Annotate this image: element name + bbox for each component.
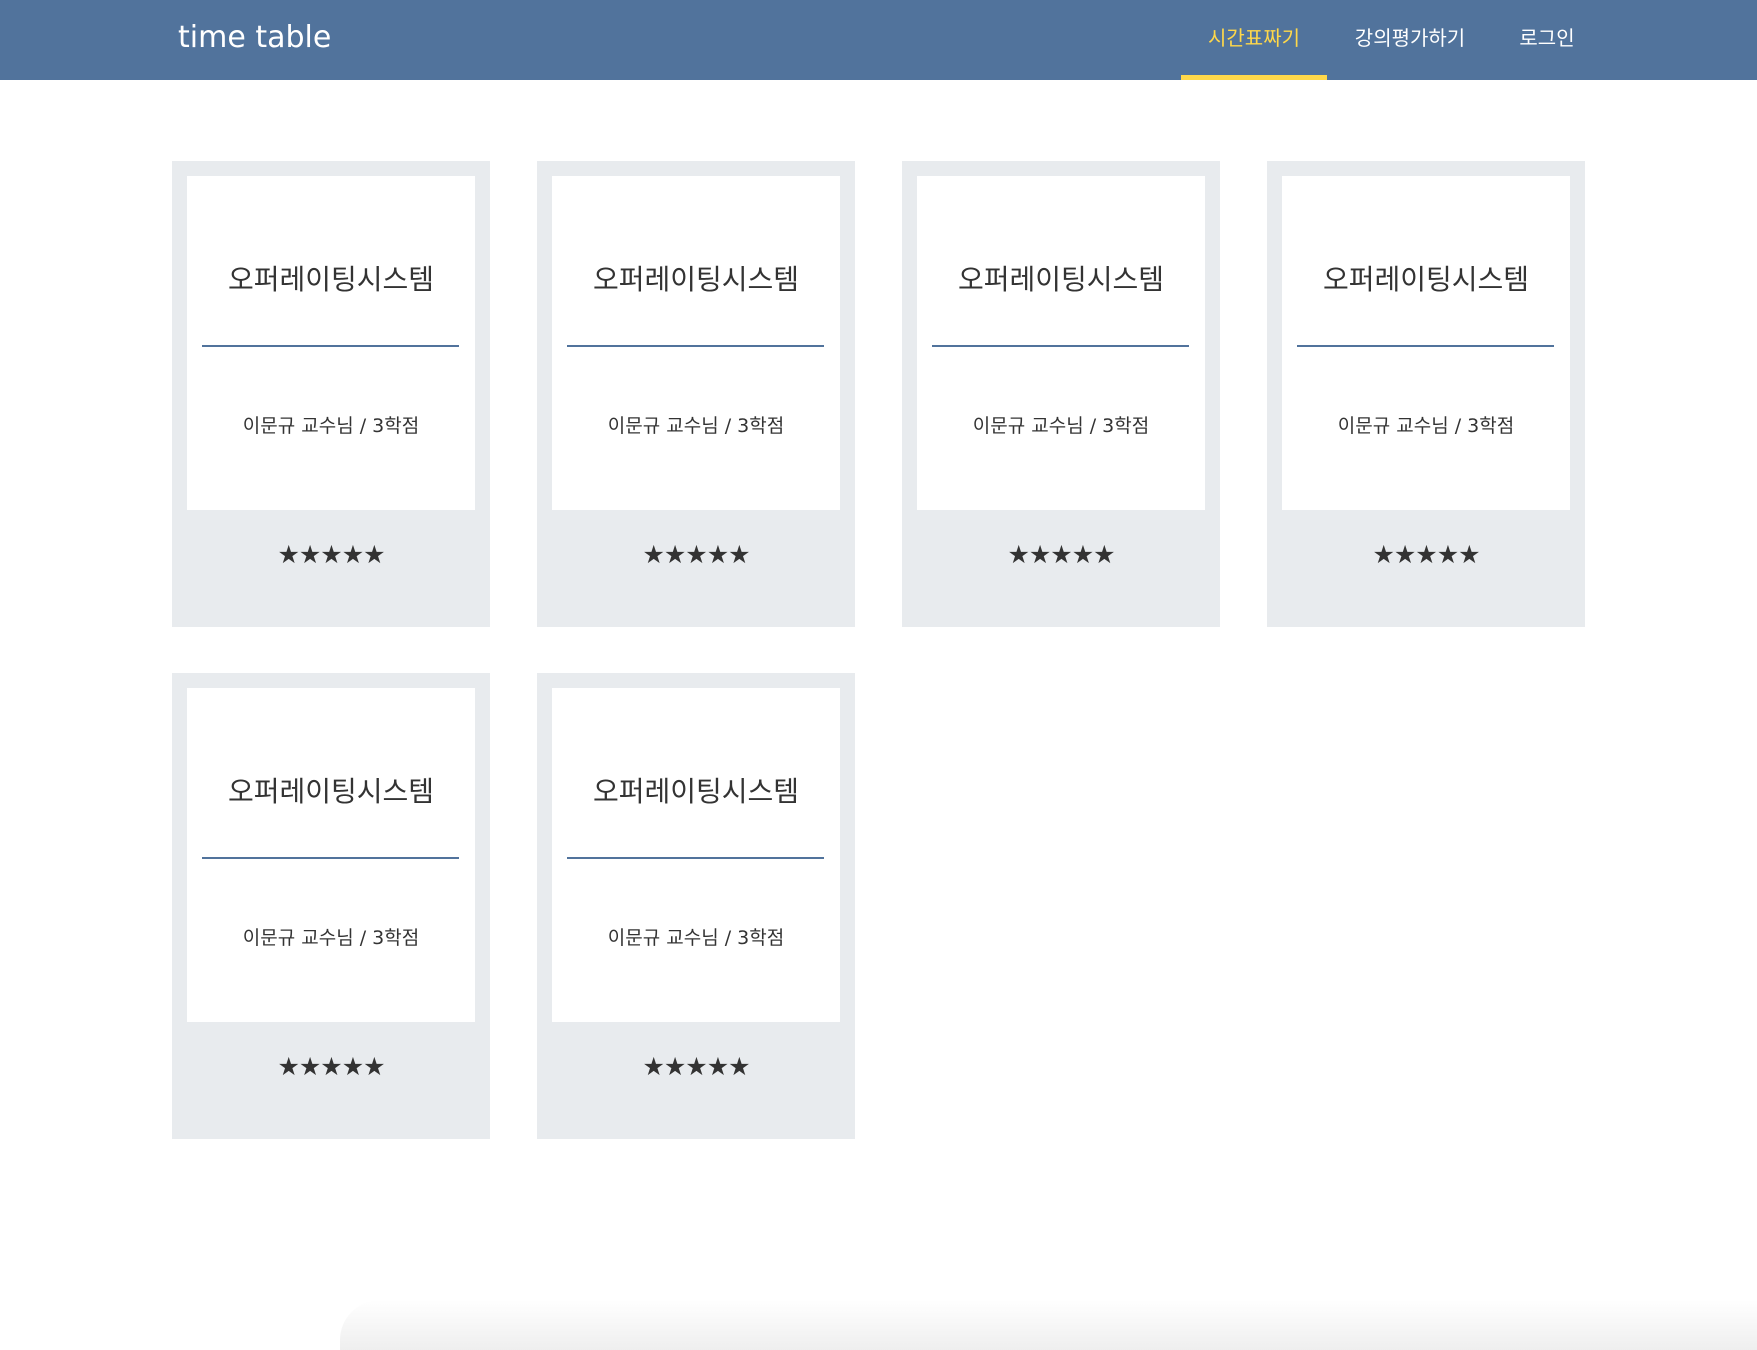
star-rating: ★★★★★ xyxy=(642,540,750,569)
card-divider xyxy=(202,345,459,347)
star-rating: ★★★★★ xyxy=(1372,540,1480,569)
course-card-body: 오퍼레이팅시스템 이문규 교수님 / 3학점 xyxy=(552,688,840,1022)
course-card[interactable]: 오퍼레이팅시스템 이문규 교수님 / 3학점 ★★★★★ xyxy=(172,673,490,1139)
course-title: 오퍼레이팅시스템 xyxy=(592,775,800,808)
course-title: 오퍼레이팅시스템 xyxy=(227,263,435,296)
course-card-body: 오퍼레이팅시스템 이문규 교수님 / 3학점 xyxy=(917,176,1205,510)
course-title: 오퍼레이팅시스템 xyxy=(227,775,435,808)
course-card[interactable]: 오퍼레이팅시스템 이문규 교수님 / 3학점 ★★★★★ xyxy=(537,161,855,627)
brand-logo[interactable]: time table xyxy=(178,18,331,58)
star-rating: ★★★★★ xyxy=(277,540,385,569)
course-professor-credits: 이문규 교수님 / 3학점 xyxy=(242,415,420,437)
star-rating: ★★★★★ xyxy=(1007,540,1115,569)
course-professor-credits: 이문규 교수님 / 3학점 xyxy=(972,415,1150,437)
course-professor-credits: 이문규 교수님 / 3학점 xyxy=(1337,415,1515,437)
course-card[interactable]: 오퍼레이팅시스템 이문규 교수님 / 3학점 ★★★★★ xyxy=(172,161,490,627)
nav-item-timetable[interactable]: 시간표짜기 xyxy=(1181,0,1327,80)
top-navbar: time table 시간표짜기 강의평가하기 로그인 xyxy=(0,0,1757,80)
course-card[interactable]: 오퍼레이팅시스템 이문규 교수님 / 3학점 ★★★★★ xyxy=(537,673,855,1139)
star-rating: ★★★★★ xyxy=(277,1052,385,1081)
course-professor-credits: 이문규 교수님 / 3학점 xyxy=(242,927,420,949)
course-card-body: 오퍼레이팅시스템 이문규 교수님 / 3학점 xyxy=(1282,176,1570,510)
course-title: 오퍼레이팅시스템 xyxy=(957,263,1165,296)
star-rating: ★★★★★ xyxy=(642,1052,750,1081)
course-card-body: 오퍼레이팅시스템 이문규 교수님 / 3학점 xyxy=(187,688,475,1022)
course-card[interactable]: 오퍼레이팅시스템 이문규 교수님 / 3학점 ★★★★★ xyxy=(1267,161,1585,627)
card-divider xyxy=(567,857,824,859)
course-title: 오퍼레이팅시스템 xyxy=(592,263,800,296)
course-professor-credits: 이문규 교수님 / 3학점 xyxy=(607,927,785,949)
nav-item-course-review[interactable]: 강의평가하기 xyxy=(1342,0,1478,80)
card-divider xyxy=(932,345,1189,347)
course-card[interactable]: 오퍼레이팅시스템 이문규 교수님 / 3학점 ★★★★★ xyxy=(902,161,1220,627)
course-card-body: 오퍼레이팅시스템 이문규 교수님 / 3학점 xyxy=(187,176,475,510)
course-professor-credits: 이문규 교수님 / 3학점 xyxy=(607,415,785,437)
card-divider xyxy=(567,345,824,347)
course-card-body: 오퍼레이팅시스템 이문규 교수님 / 3학점 xyxy=(552,176,840,510)
nav-item-login[interactable]: 로그인 xyxy=(1500,0,1594,80)
card-divider xyxy=(202,857,459,859)
card-divider xyxy=(1297,345,1554,347)
course-title: 오퍼레이팅시스템 xyxy=(1322,263,1530,296)
page-bottom-shadow xyxy=(340,1300,1757,1350)
